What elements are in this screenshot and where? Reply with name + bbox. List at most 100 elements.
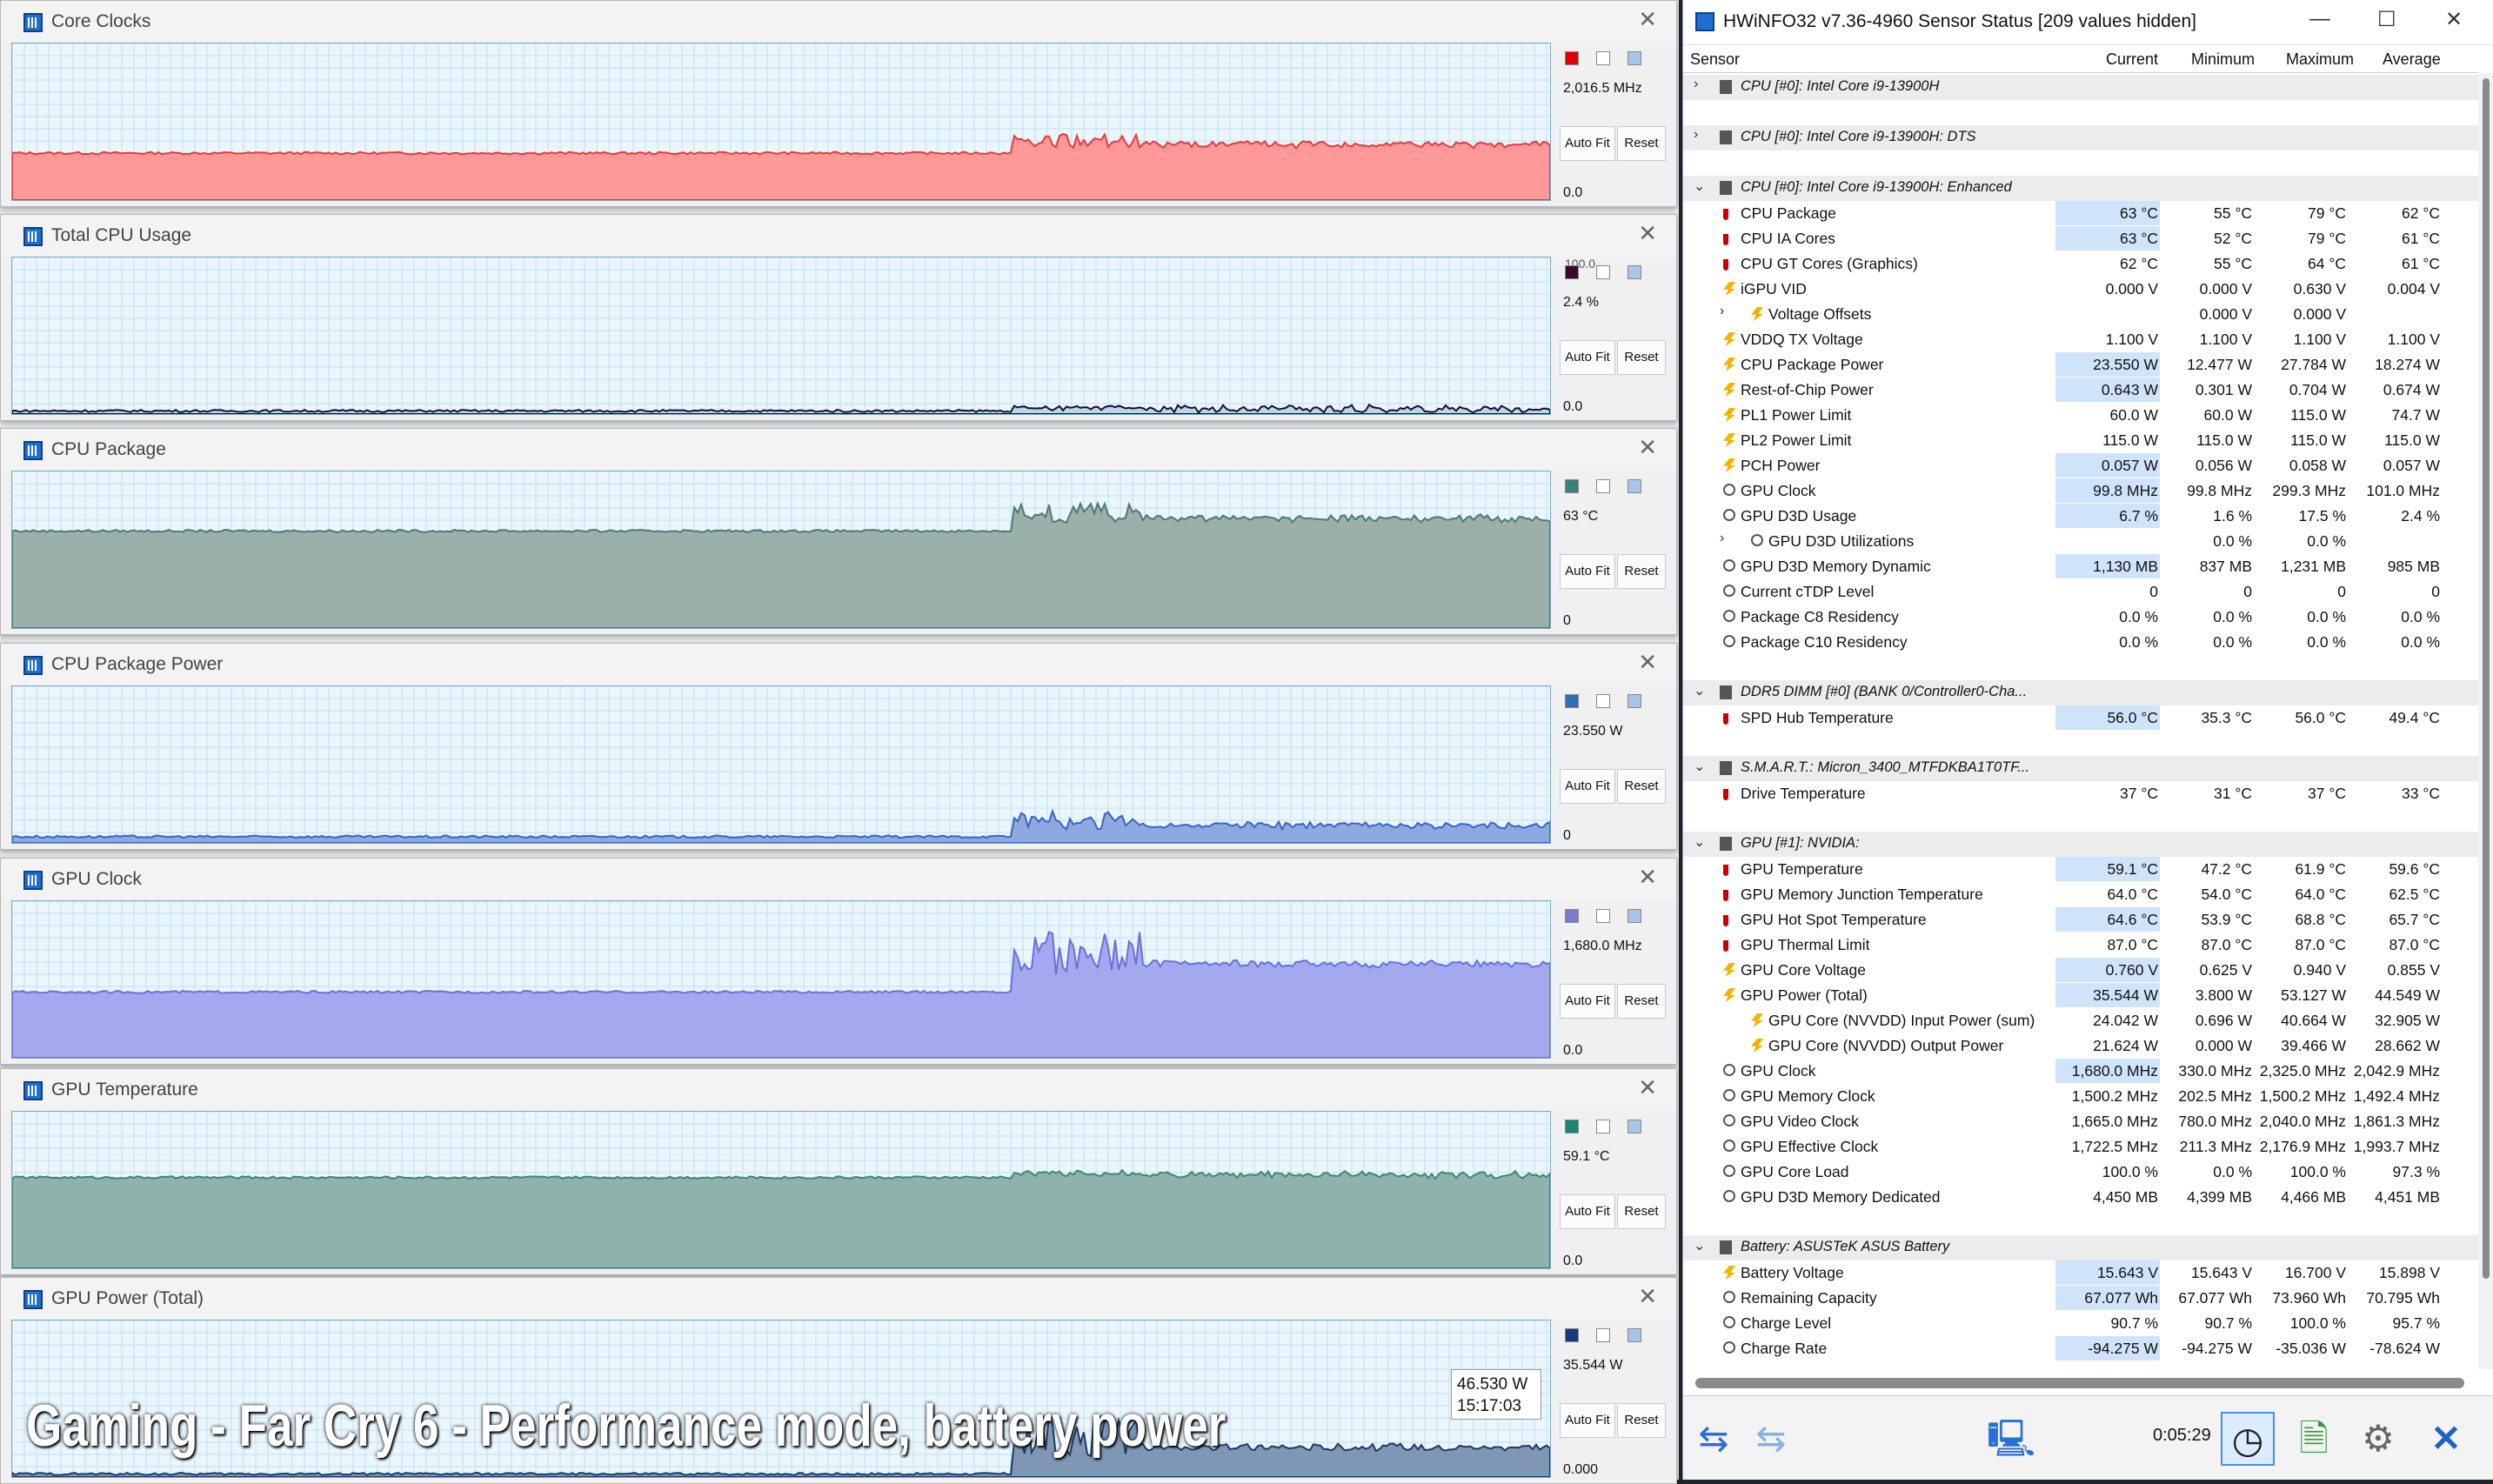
auto-fit-button[interactable]: Auto Fit [1560, 984, 1615, 1019]
swatch-blank[interactable] [1596, 1120, 1610, 1133]
column-header[interactable]: Sensor Current Minimum Maximum Average [1683, 47, 2478, 73]
sensor-row[interactable]: GPU Clock 99.8 MHz 99.8 MHz 299.3 MHz 10… [1683, 478, 2478, 504]
graph-close-icon[interactable]: ✕ [1638, 1283, 1657, 1310]
sensor-row[interactable]: GPU D3D Memory Dedicated 4,450 MB 4,399 … [1683, 1185, 2478, 1210]
sensor-row[interactable]: GPU Memory Junction Temperature 64.0 °C … [1683, 882, 2478, 907]
graph-close-icon[interactable]: ✕ [1638, 6, 1657, 33]
auto-fit-button[interactable]: Auto Fit [1560, 769, 1615, 804]
col-maximum[interactable]: Maximum [2286, 50, 2354, 69]
auto-fit-button[interactable]: Auto Fit [1560, 126, 1615, 161]
sensor-row[interactable]: Drive Temperature 37 °C 31 °C 37 °C 33 °… [1683, 781, 2478, 806]
sensor-row[interactable]: CPU GT Cores (Graphics) 62 °C 55 °C 64 °… [1683, 251, 2478, 277]
settings-gear-icon[interactable]: ⚙ [2351, 1412, 2405, 1466]
sensor-row[interactable]: CPU Package 63 °C 55 °C 79 °C 62 °C [1683, 201, 2478, 226]
sensor-row[interactable]: Charge Rate -94.275 W -94.275 W -35.036 … [1683, 1336, 2478, 1361]
graph-close-icon[interactable]: ✕ [1638, 220, 1657, 247]
color-swatch[interactable] [1565, 265, 1579, 279]
sensor-row[interactable]: SPD Hub Temperature 56.0 °C 35.3 °C 56.0… [1683, 705, 2478, 731]
color-swatch[interactable] [1565, 909, 1579, 923]
swatch-blue[interactable] [1627, 265, 1641, 279]
sensor-row[interactable]: GPU Effective Clock 1,722.5 MHz 211.3 MH… [1683, 1134, 2478, 1160]
expand-chevron-icon[interactable]: ⌄ [1694, 682, 1705, 699]
sensor-row[interactable]: Current cTDP Level 0 0 0 0 [1683, 579, 2478, 605]
graph-titlebar[interactable]: GPU Power (Total) ✕ [1, 1278, 1676, 1320]
reset-button[interactable]: Reset [1617, 340, 1666, 375]
swatch-blank[interactable] [1596, 1328, 1610, 1342]
sensor-row[interactable]: GPU Memory Clock 1,500.2 MHz 202.5 MHz 1… [1683, 1084, 2478, 1109]
reset-button[interactable]: Reset [1617, 1403, 1666, 1438]
color-swatch[interactable] [1565, 694, 1579, 708]
sensor-row[interactable]: GPU Power (Total) 35.544 W 3.800 W 53.12… [1683, 983, 2478, 1008]
sensor-row[interactable]: GPU Video Clock 1,665.0 MHz 780.0 MHz 2,… [1683, 1109, 2478, 1134]
sensor-group-row[interactable]: ⌄ DDR5 DIMM [#0] (BANK 0/Controller0-Cha… [1683, 680, 2478, 705]
sensor-group-row[interactable]: › CPU [#0]: Intel Core i9-13900H: DTS [1683, 125, 2478, 150]
sensor-row[interactable]: CPU Package Power 23.550 W 12.477 W 27.7… [1683, 352, 2478, 378]
sensor-row[interactable]: GPU Thermal Limit 87.0 °C 87.0 °C 87.0 °… [1683, 933, 2478, 958]
network-monitor-icon[interactable]: 🖳 [1984, 1412, 2038, 1466]
swatch-blue[interactable] [1627, 694, 1641, 708]
auto-fit-button[interactable]: Auto Fit [1560, 1194, 1615, 1229]
col-minimum[interactable]: Minimum [2191, 50, 2255, 69]
graph-titlebar[interactable]: CPU Package ✕ [1, 429, 1676, 471]
reset-button[interactable]: Reset [1617, 984, 1666, 1019]
reset-button[interactable]: Reset [1617, 1194, 1666, 1229]
sensor-row[interactable]: Remaining Capacity 67.077 Wh 67.077 Wh 7… [1683, 1286, 2478, 1311]
swatch-blue[interactable] [1627, 51, 1641, 65]
vertical-scrollbar[interactable] [2478, 73, 2493, 1369]
color-swatch[interactable] [1565, 479, 1579, 493]
sensor-row[interactable]: GPU Core Load 100.0 % 0.0 % 100.0 % 97.3… [1683, 1160, 2478, 1185]
sensor-group-row[interactable]: ⌄ CPU [#0]: Intel Core i9-13900H: Enhanc… [1683, 176, 2478, 201]
graph-titlebar[interactable]: GPU Clock ✕ [1, 859, 1676, 900]
expand-chevron-icon[interactable]: › [1694, 127, 1698, 143]
graph-titlebar[interactable]: Core Clocks ✕ [1, 1, 1676, 43]
sensor-row[interactable]: GPU Temperature 59.1 °C 47.2 °C 61.9 °C … [1683, 857, 2478, 882]
swatch-blank[interactable] [1596, 479, 1610, 493]
sensor-row[interactable]: Package C8 Residency 0.0 % 0.0 % 0.0 % 0… [1683, 605, 2478, 630]
swatch-blank[interactable] [1596, 694, 1610, 708]
close-button[interactable]: ✕ [2445, 7, 2463, 32]
expand-chevron-icon[interactable]: ⌄ [1694, 1237, 1705, 1254]
sensor-row[interactable]: › GPU D3D Utilizations 0.0 % 0.0 % [1683, 529, 2478, 554]
sensor-row[interactable]: › Voltage Offsets 0.000 V 0.000 V [1683, 302, 2478, 327]
sensor-row[interactable]: GPU Core (NVVDD) Output Power 21.624 W 0… [1683, 1033, 2478, 1059]
color-swatch[interactable] [1565, 1328, 1579, 1342]
sensor-row[interactable]: GPU D3D Memory Dynamic 1,130 MB 837 MB 1… [1683, 554, 2478, 579]
graph-close-icon[interactable]: ✕ [1638, 1074, 1657, 1101]
reset-button[interactable]: Reset [1617, 126, 1666, 161]
sensor-row[interactable]: GPU D3D Usage 6.7 % 1.6 % 17.5 % 2.4 % [1683, 504, 2478, 529]
horizontal-scrollbar[interactable] [1695, 1378, 2464, 1388]
graph-close-icon[interactable]: ✕ [1638, 434, 1657, 461]
sensor-row[interactable]: PL1 Power Limit 60.0 W 60.0 W 115.0 W 74… [1683, 403, 2478, 428]
sensor-row[interactable]: GPU Clock 1,680.0 MHz 330.0 MHz 2,325.0 … [1683, 1059, 2478, 1084]
sensor-row[interactable]: CPU IA Cores 63 °C 52 °C 79 °C 61 °C [1683, 226, 2478, 251]
auto-fit-button[interactable]: Auto Fit [1560, 1403, 1615, 1438]
expand-chevron-icon[interactable]: ⌄ [1694, 758, 1705, 775]
graph-close-icon[interactable]: ✕ [1638, 649, 1657, 676]
swatch-blank[interactable] [1596, 265, 1610, 279]
sensor-row[interactable]: PL2 Power Limit 115.0 W 115.0 W 115.0 W … [1683, 428, 2478, 453]
minimize-button[interactable]: — [2309, 7, 2330, 31]
auto-fit-button[interactable]: Auto Fit [1560, 340, 1615, 375]
expand-chevron-icon[interactable]: ⌄ [1694, 833, 1705, 851]
sensor-row[interactable]: GPU Hot Spot Temperature 64.6 °C 53.9 °C… [1683, 907, 2478, 933]
graph-close-icon[interactable]: ✕ [1638, 864, 1657, 891]
col-current[interactable]: Current [2106, 50, 2158, 69]
expand-chevron-icon[interactable]: › [1720, 304, 1724, 319]
color-swatch[interactable] [1565, 51, 1579, 65]
close-x-icon[interactable]: ✕ [2419, 1412, 2473, 1466]
swatch-blank[interactable] [1596, 909, 1610, 923]
sensor-row[interactable]: GPU Core (NVVDD) Input Power (sum) 24.04… [1683, 1008, 2478, 1033]
sensor-row[interactable]: GPU Core Voltage 0.760 V 0.625 V 0.940 V… [1683, 958, 2478, 983]
add-report-icon[interactable]: 🗎 [2287, 1412, 2341, 1466]
sensor-row[interactable]: Battery Voltage 15.643 V 15.643 V 16.700… [1683, 1260, 2478, 1286]
expand-chevron-icon[interactable]: › [1694, 77, 1698, 92]
reset-button[interactable]: Reset [1617, 554, 1666, 589]
expand-chevron-icon[interactable]: ⌄ [1694, 177, 1705, 195]
sensor-row[interactable]: Charge Level 90.7 % 90.7 % 100.0 % 95.7 … [1683, 1311, 2478, 1336]
auto-fit-button[interactable]: Auto Fit [1560, 554, 1615, 589]
sensor-row[interactable]: Package C10 Residency 0.0 % 0.0 % 0.0 % … [1683, 630, 2478, 655]
arrows-collapse-icon[interactable]: ⇆ [1744, 1412, 1798, 1466]
sensor-row[interactable]: Rest-of-Chip Power 0.643 W 0.301 W 0.704… [1683, 378, 2478, 403]
sensor-group-row[interactable]: ⌄ GPU [#1]: NVIDIA: [1683, 832, 2478, 857]
sensor-row[interactable]: iGPU VID 0.000 V 0.000 V 0.630 V 0.004 V [1683, 277, 2478, 302]
